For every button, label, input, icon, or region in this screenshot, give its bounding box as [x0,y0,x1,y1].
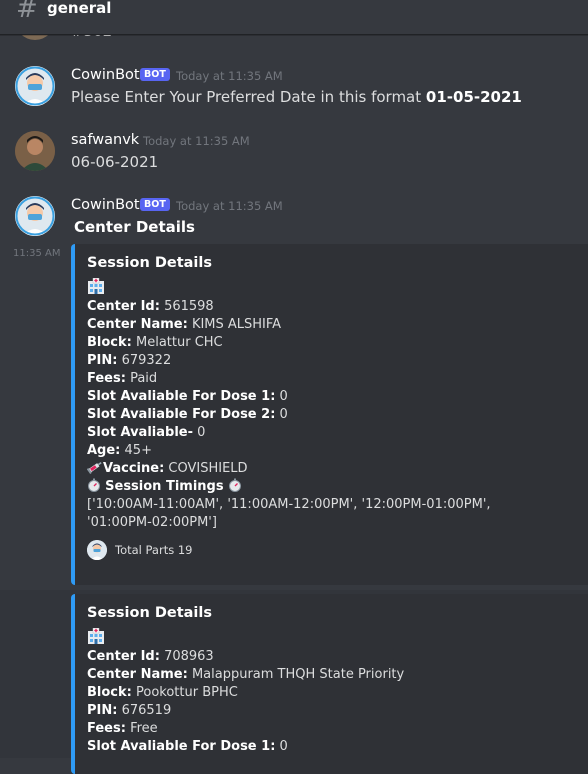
channel-name: general [47,0,112,17]
dose2-slots: Slot Avaliable For Dose 2: 0 [87,407,288,422]
message-text: Center Details [74,218,195,236]
footer-text: Total Parts 19 [115,543,193,557]
embed-title: Session Details [87,605,212,621]
avatar[interactable] [15,66,55,106]
timestamp: Today at 11:35 AM [176,199,283,213]
session-embed: Session Details Center Id: 708963 Center… [71,594,588,774]
session-timings: ['10:00AM-11:00AM', '11:00AM-12:00PM', '… [87,497,491,530]
block: Block: Pookottur BPHC [87,685,238,700]
timestamp: Today at 11:35 AM [143,134,250,148]
timestamp: Today at 11:35 AM [176,69,283,83]
vaccine: Vaccine: COVISHIELD [87,460,576,478]
hover-timestamp: 11:35 AM [13,248,61,259]
embed-footer: Total Parts 19 [87,540,576,560]
pin: PIN: 676519 [87,703,172,718]
center-id: Center Id: 708963 [87,649,214,664]
channel-header: # general [0,0,588,35]
dose1-slots: Slot Avaliable For Dose 1: 0 [87,739,288,754]
block: Block: Melattur CHC [87,335,223,350]
pin: PIN: 679322 [87,353,172,368]
session-embed: Session Details Center Id: 561598 Center… [71,244,588,585]
author-name[interactable]: CowinBot [71,197,140,213]
avatar[interactable] [15,196,55,236]
avatar[interactable] [15,131,55,171]
center-name: Center Name: Malappuram THQH State Prior… [87,667,405,682]
dose1-slots: Slot Avaliable For Dose 1: 0 [87,389,288,404]
fees: Fees: Paid [87,371,158,386]
author-name[interactable]: CowinBot [71,67,140,83]
embed-title: Session Details [87,255,212,271]
age: Age: 45+ [87,443,152,458]
stopwatch-icon [228,478,241,492]
doctor-avatar-icon [87,540,107,560]
hospital-icon [87,278,576,298]
message-text: Please Enter Your Preferred Date in this… [71,88,522,106]
hashtag-icon: # [16,0,38,24]
hospital-icon [87,628,576,648]
author-name[interactable]: safwanvk [71,132,139,148]
stopwatch-icon [88,478,100,492]
fees: Fees: Free [87,721,158,736]
message-text: 06-06-2021 [71,153,159,171]
slots-available: Slot Avaliable- 0 [87,425,206,440]
session-timings-label: Session Timings [87,478,576,496]
bot-badge: BOT [140,68,170,81]
syringe-icon [87,462,102,474]
center-name: Center Name: KIMS ALSHIFA [87,317,282,332]
bot-badge: BOT [140,198,170,211]
center-id: Center Id: 561598 [87,299,214,314]
